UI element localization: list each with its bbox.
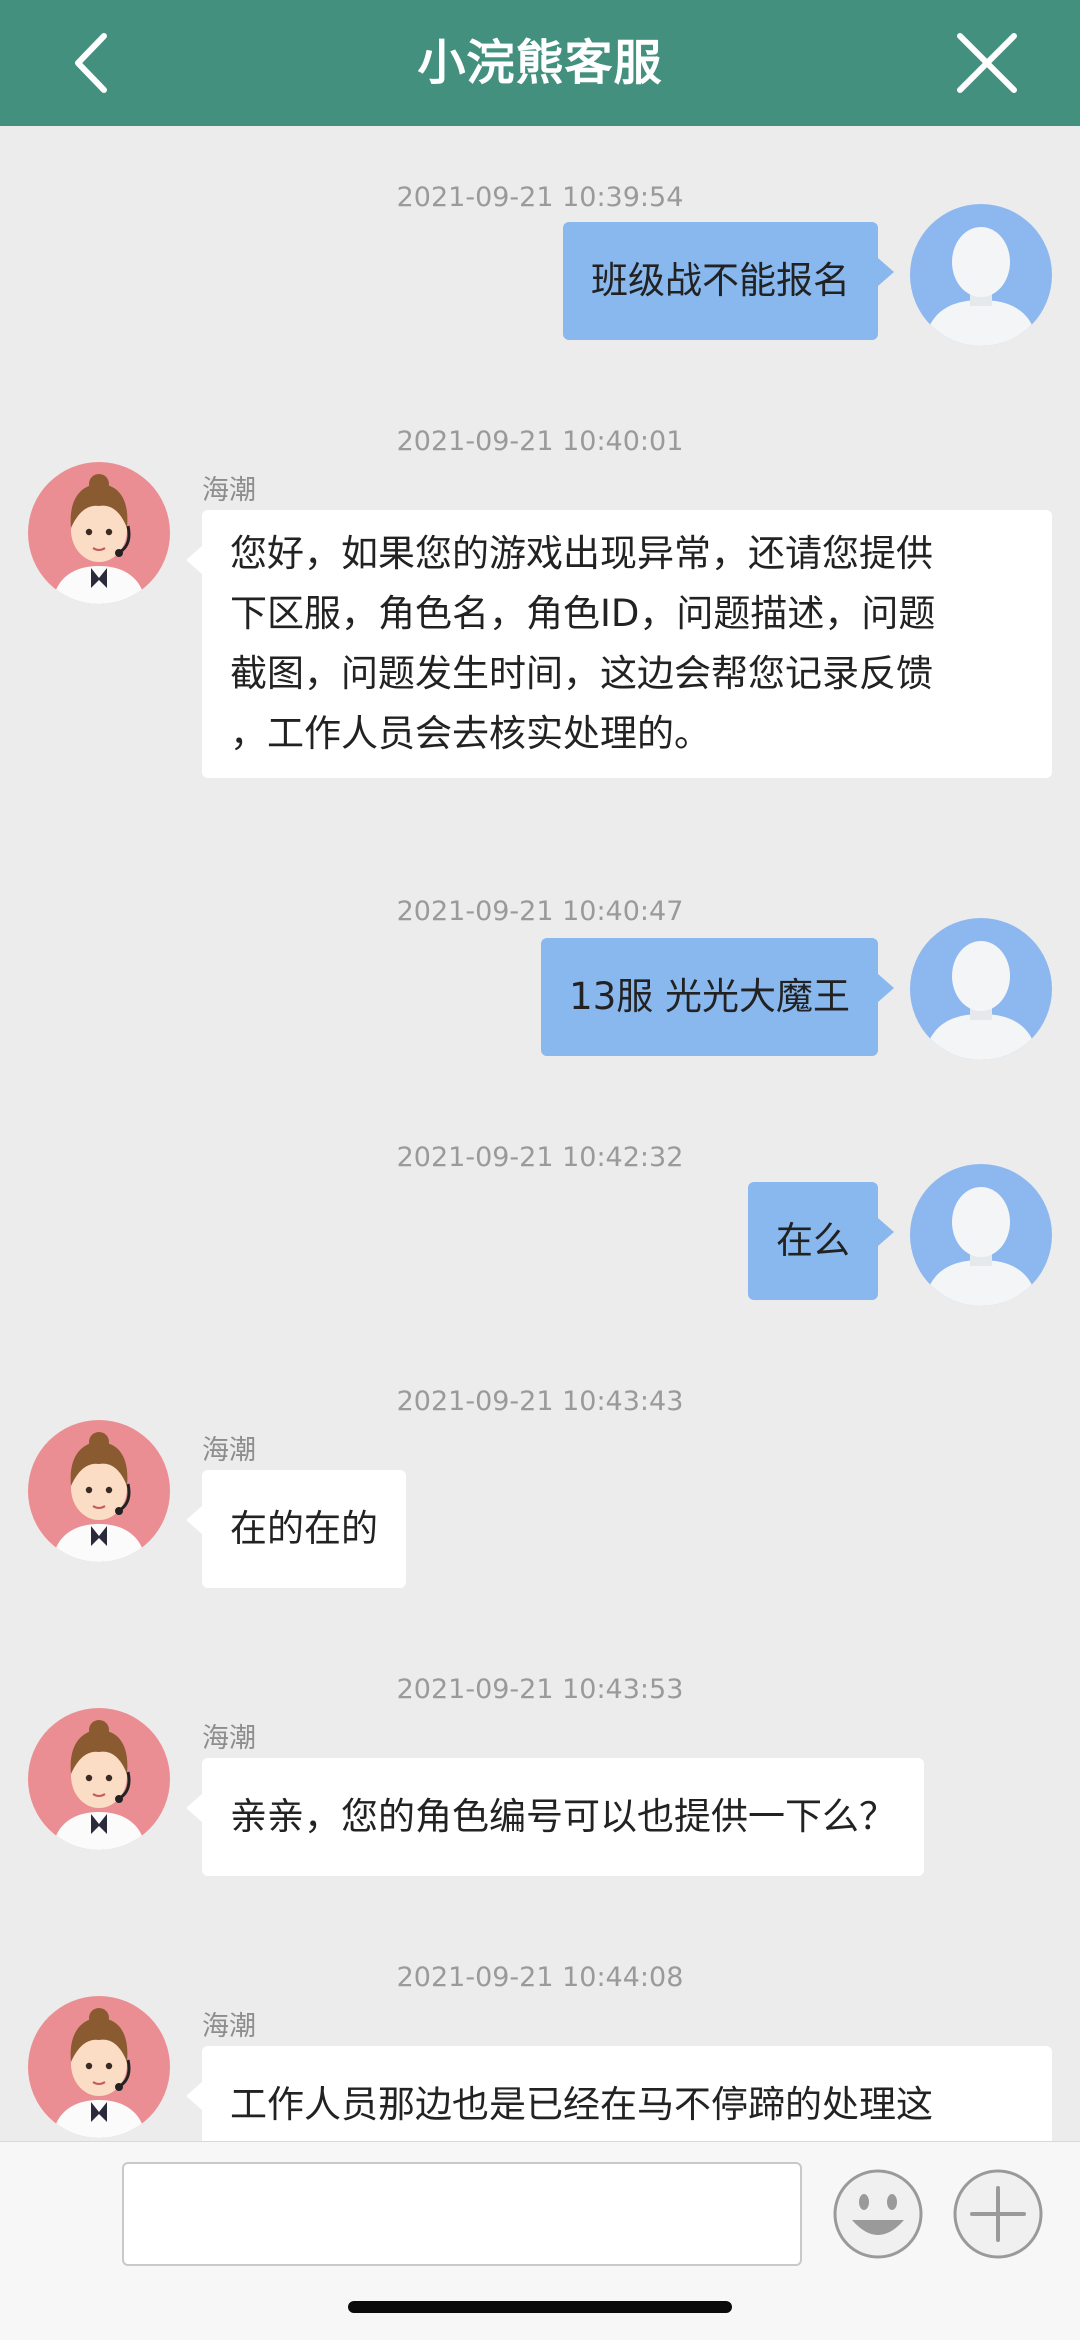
- message-text-line: ，工作人员会去核实处理的。: [230, 712, 711, 755]
- message-text-line: 下区服，角色名，角色ID，问题描述，问题: [230, 592, 936, 635]
- agent-avatar[interactable]: [28, 1996, 170, 2138]
- message-text-line: 在的在的: [230, 1507, 378, 1550]
- message-bubble[interactable]: 在么: [748, 1182, 894, 1300]
- sender-name: 海潮: [202, 475, 256, 506]
- message-timestamp: 2021-09-21 10:43:43: [396, 1386, 684, 1417]
- close-icon[interactable]: [954, 30, 1020, 96]
- agent-avatar[interactable]: [28, 1420, 170, 1562]
- message-timestamp: 2021-09-21 10:42:32: [396, 1142, 684, 1173]
- plus-icon[interactable]: [952, 2168, 1044, 2260]
- message-bubble[interactable]: 工作人员那边也是已经在马不停蹄的处理这: [186, 2046, 1052, 2141]
- user-avatar[interactable]: [910, 1164, 1052, 1306]
- message-timestamp: 2021-09-21 10:43:53: [396, 1674, 684, 1705]
- agent-avatar[interactable]: [28, 1708, 170, 1850]
- message-bubble[interactable]: 13服 光光大魔王: [541, 938, 894, 1056]
- message-text: 班级战不能报名: [591, 259, 850, 302]
- user-avatar[interactable]: [910, 918, 1052, 1060]
- sender-name: 海潮: [202, 1435, 256, 1466]
- page-title: 小浣熊客服: [417, 35, 663, 91]
- sender-name: 海潮: [202, 1723, 256, 1754]
- agent-avatar[interactable]: [28, 462, 170, 604]
- message-text: 13服 光光大魔王: [569, 975, 850, 1018]
- user-avatar-icon: [910, 204, 1052, 346]
- message-text: 在么: [776, 1219, 850, 1262]
- chat-messages[interactable]: 2021-09-21 10:39:54 班级战不能报名 2021-09-21 1…: [0, 126, 1080, 2141]
- agent-avatar-icon: [28, 1708, 170, 1850]
- message-timestamp: 2021-09-21 10:44:08: [396, 1962, 684, 1993]
- message-bubble[interactable]: 您好，如果您的游戏出现异常，还请您提供 下区服，角色名，角色ID，问题描述，问题…: [186, 510, 1052, 778]
- message-bubble[interactable]: 班级战不能报名: [563, 222, 894, 340]
- message-text-line: 工作人员那边也是已经在马不停蹄的处理这: [230, 2083, 933, 2126]
- message-text-line: 截图，问题发生时间，这边会帮您记录反馈: [230, 652, 933, 695]
- home-indicator[interactable]: [348, 2301, 732, 2313]
- message-timestamp: 2021-09-21 10:40:47: [396, 896, 684, 927]
- user-avatar-icon: [910, 1164, 1052, 1306]
- message-timestamp: 2021-09-21 10:39:54: [396, 182, 684, 213]
- message-timestamp: 2021-09-21 10:40:01: [396, 426, 684, 457]
- agent-avatar-icon: [28, 1420, 170, 1562]
- message-bubble[interactable]: 在的在的: [186, 1470, 406, 1588]
- user-avatar-icon: [910, 918, 1052, 1060]
- sender-name: 海潮: [202, 2011, 256, 2042]
- message-text-line: 亲亲，您的角色编号可以也提供一下么？: [230, 1795, 896, 1838]
- message-input[interactable]: [122, 2162, 802, 2266]
- message-text-line: 您好，如果您的游戏出现异常，还请您提供: [230, 532, 933, 575]
- agent-avatar-icon: [28, 1996, 170, 2138]
- smiley-icon[interactable]: [832, 2168, 924, 2260]
- agent-avatar-icon: [28, 462, 170, 604]
- user-avatar[interactable]: [910, 204, 1052, 346]
- top-nav-bar: 小浣熊客服: [0, 0, 1080, 126]
- message-bubble[interactable]: 亲亲，您的角色编号可以也提供一下么？: [186, 1758, 924, 1876]
